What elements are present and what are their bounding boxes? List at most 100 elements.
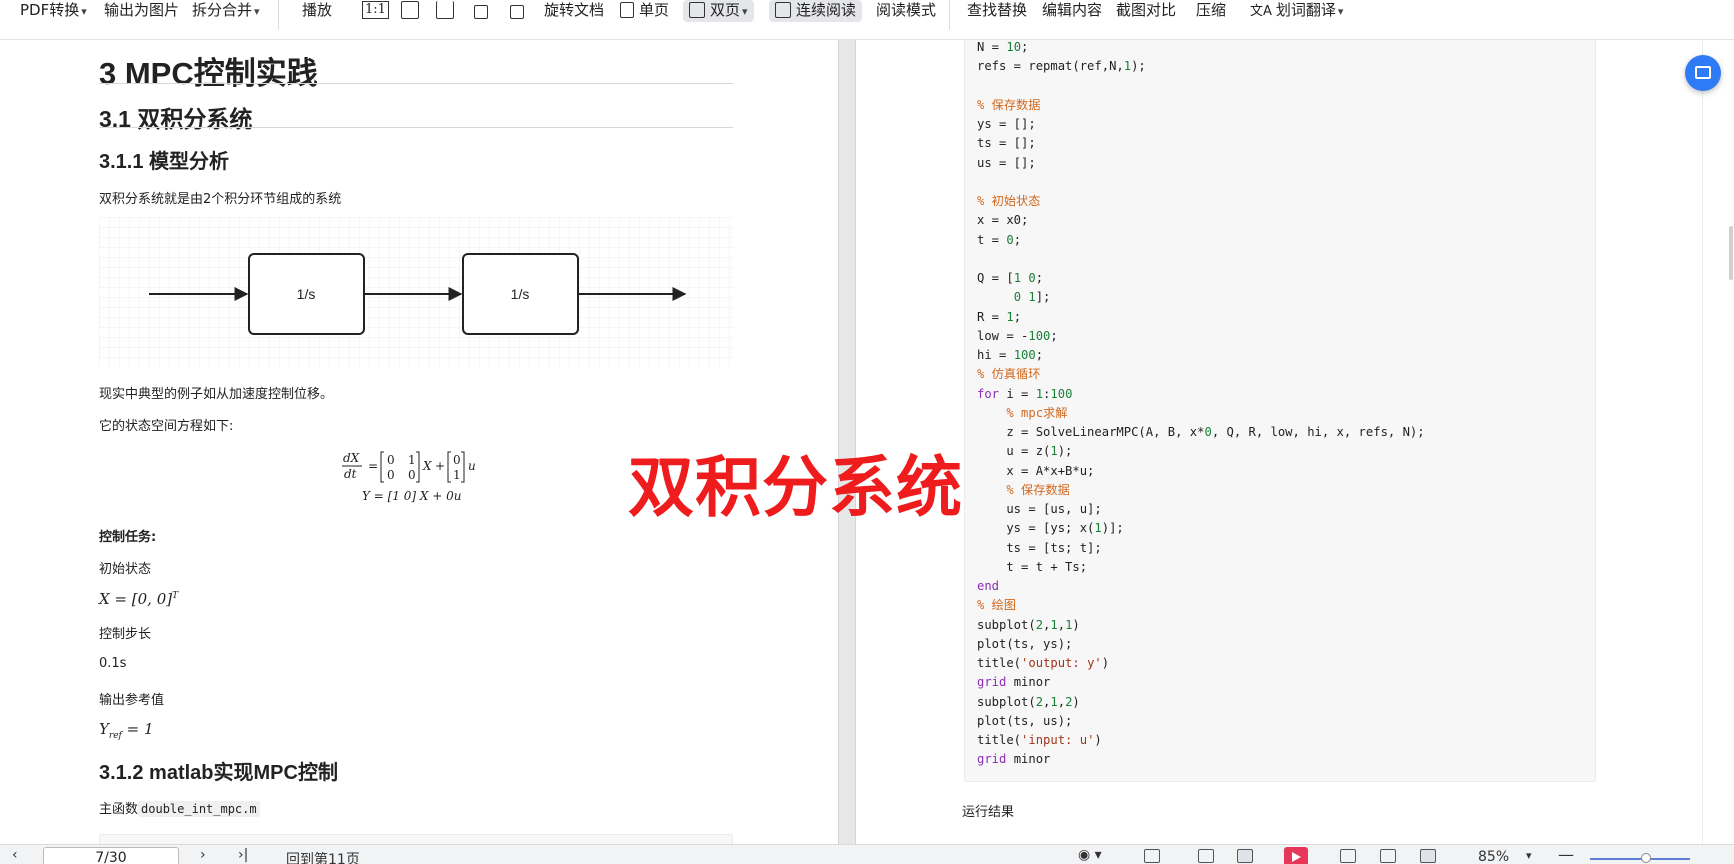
fullscreen-icon[interactable] xyxy=(1380,849,1396,863)
section-heading-3-1-1: 3.1.1 模型分析 xyxy=(99,151,230,173)
next-page-icon[interactable]: › xyxy=(200,847,206,863)
code-line: % 仿真循环 xyxy=(977,365,1425,384)
status-bar: ‹ 7/30 › ›| 回到第11页 ◉ ▾ 85% ▾ — xyxy=(0,844,1734,864)
rotate-left-button[interactable] xyxy=(474,1,488,23)
rotate-document-button[interactable]: 旋转文档 xyxy=(544,0,604,22)
code-line: x = A*x+B*u; xyxy=(977,462,1425,481)
code-token: grid xyxy=(977,675,1007,690)
actual-size-button[interactable]: 1:1 xyxy=(362,1,389,19)
run-result-label: 运行结果 xyxy=(962,805,1015,820)
section-heading-3: 3 MPC控制实践 xyxy=(99,56,318,91)
code-token: minor xyxy=(1006,675,1051,690)
page-number-input[interactable]: 7/30 xyxy=(43,847,179,864)
code-token: 10 xyxy=(1006,40,1022,54)
svg-text:0: 0 xyxy=(387,468,395,482)
code-token: % 绘图 xyxy=(977,598,1017,613)
block-diagram: 1/s 1/s xyxy=(99,217,733,367)
code-token: ]; xyxy=(1035,290,1051,305)
compress-button[interactable]: 压缩 xyxy=(1196,0,1226,22)
play-button[interactable] xyxy=(1284,847,1308,864)
control-step-label: 控制步长 xyxy=(99,627,152,642)
code-token: us = []; xyxy=(977,155,1036,170)
rotate-right-icon xyxy=(510,5,524,19)
fit-page-button[interactable] xyxy=(401,1,419,23)
code-token: for xyxy=(977,386,1000,401)
code-token: refs = repmat(ref,N, xyxy=(977,59,1124,74)
fit-width-button[interactable] xyxy=(436,1,454,23)
prev-page-icon[interactable]: ‹ xyxy=(12,847,18,863)
code-token: 'input: u' xyxy=(1021,733,1095,747)
svg-text:1: 1 xyxy=(408,453,416,467)
chevron-down-icon: ▾ xyxy=(81,5,87,18)
code-line: subplot(2,1,1) xyxy=(977,616,1425,635)
zoom-slider-handle[interactable] xyxy=(1641,853,1651,863)
code-token: subplot( xyxy=(977,617,1036,632)
split-merge-menu[interactable]: 拆分合并 ▾ xyxy=(192,0,260,22)
code-token: 'output: y' xyxy=(1021,656,1102,670)
code-line: u = z(1); xyxy=(977,442,1425,461)
single-page-icon[interactable] xyxy=(1198,849,1214,863)
toolbar-divider xyxy=(949,0,950,30)
continuous-read-label: 连续阅读 xyxy=(796,1,857,19)
code-line: % 保存数据 xyxy=(977,96,1425,115)
code-token: u = z( xyxy=(977,444,1051,459)
pdf-convert-label: PDF转换 xyxy=(20,1,80,19)
heading-rule xyxy=(99,83,733,84)
code-token: ; xyxy=(1013,309,1022,324)
code-token: i = xyxy=(999,386,1036,401)
example-paragraph: 现实中典型的例子如从加速度控制位移。 xyxy=(99,387,334,402)
scrollbar-thumb[interactable] xyxy=(1729,226,1733,280)
heading-rule xyxy=(99,127,733,128)
main-function-line: 主函数 double_int_mpc.m xyxy=(99,798,260,817)
export-image-button[interactable]: 输出为图片 xyxy=(104,0,179,22)
double-page-icon[interactable] xyxy=(1237,849,1253,863)
code-line: % mpc求解 xyxy=(977,404,1425,423)
double-page-icon xyxy=(689,2,705,18)
edit-content-button[interactable]: 编辑内容 xyxy=(1042,0,1102,22)
code-line: plot(ts, ys); xyxy=(977,635,1425,654)
code-token: end xyxy=(977,579,1000,593)
initial-state-math: X = [0, 0]T xyxy=(99,590,178,608)
main-function-label: 主函数 xyxy=(99,802,139,817)
toolbar: PDF转换 ▾ 输出为图片 拆分合并 ▾ 播放 1:1 旋转文档 单页 双页 ▾ 连续… xyxy=(0,0,1734,40)
word-translate-menu[interactable]: 文A 划词翻译 ▾ xyxy=(1250,0,1343,22)
code-token: t = t + Ts; xyxy=(977,559,1088,574)
double-page-button[interactable]: 双页 ▾ xyxy=(683,0,754,22)
back-to-page-link[interactable]: 回到第11页 xyxy=(286,849,360,864)
word-translate-label: 划词翻译 xyxy=(1275,1,1336,19)
initial-state-label: 初始状态 xyxy=(99,562,152,577)
fit-width-icon[interactable] xyxy=(1420,849,1436,863)
code-line: N = 10; xyxy=(977,38,1425,57)
chevron-down-icon[interactable]: ▾ xyxy=(1526,849,1532,862)
zoom-slider[interactable] xyxy=(1590,858,1690,860)
code-line: refs = repmat(ref,N,1); xyxy=(977,57,1425,76)
code-token: 0 1 xyxy=(1013,290,1036,305)
screenshot-compare-button[interactable]: 截图对比 xyxy=(1116,0,1176,22)
continuous-icon[interactable] xyxy=(1340,849,1356,863)
zoom-level[interactable]: 85% xyxy=(1478,849,1509,864)
code-token: 0 xyxy=(1204,425,1212,439)
eye-icon[interactable]: ◉ ▾ xyxy=(1078,847,1102,863)
play-button[interactable]: 播放 xyxy=(302,0,332,22)
floating-action-button[interactable] xyxy=(1685,55,1721,91)
code-token: , Q, R, low, hi, x, refs, N); xyxy=(1211,425,1425,439)
control-step-value: 0.1s xyxy=(99,656,127,671)
code-token: % 仿真循环 xyxy=(977,367,1041,382)
read-mode-button[interactable]: 阅读模式 xyxy=(876,0,936,22)
code-block-top xyxy=(99,834,733,844)
last-page-icon[interactable]: ›| xyxy=(238,847,248,863)
code-token: ; xyxy=(1035,271,1044,285)
vertical-scrollbar[interactable] xyxy=(1702,40,1734,844)
single-page-button[interactable]: 单页 xyxy=(620,0,669,22)
continuous-read-button[interactable]: 连续阅读 xyxy=(769,0,863,22)
code-token: Q = [ xyxy=(977,271,1014,285)
ref-value: = 1 xyxy=(121,720,154,738)
code-token: % 保存数据 xyxy=(977,97,1041,112)
zoom-out-icon[interactable]: — xyxy=(1558,845,1574,864)
pdf-convert-menu[interactable]: PDF转换 ▾ xyxy=(20,0,87,22)
fit-page-icon[interactable] xyxy=(1144,849,1160,863)
chevron-down-icon: ▾ xyxy=(742,5,748,18)
rotate-right-button[interactable] xyxy=(510,1,524,23)
find-replace-button[interactable]: 查找替换 xyxy=(967,0,1027,22)
